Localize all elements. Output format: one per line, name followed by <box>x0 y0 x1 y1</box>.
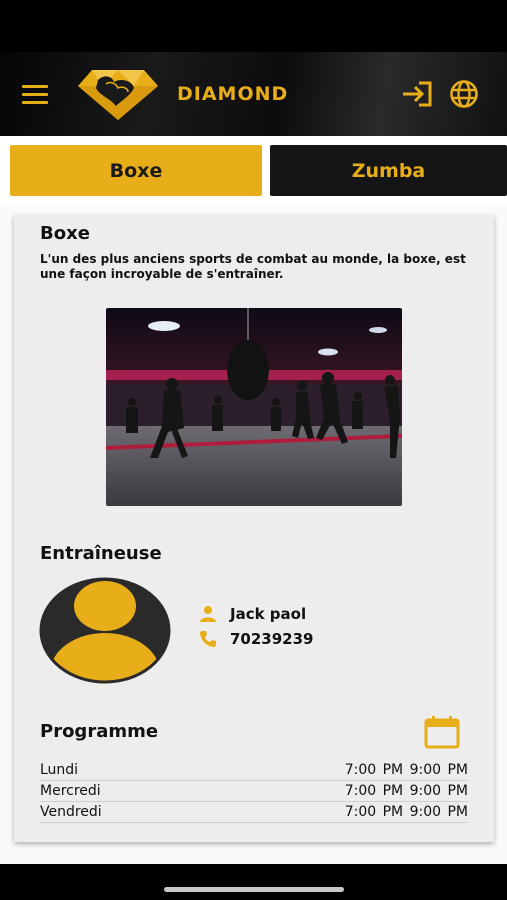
app-header: DIAMOND <box>0 52 507 136</box>
schedule-day: Vendredi <box>40 804 102 820</box>
schedule-start: 7:00 PM <box>344 783 404 799</box>
diamond-logo-icon <box>78 70 158 120</box>
coach-avatar <box>39 577 171 684</box>
calendar-icon[interactable] <box>424 715 460 749</box>
schedule-start: 7:00 PM <box>344 762 404 778</box>
globe-icon[interactable] <box>449 79 479 109</box>
schedule-start: 7:00 PM <box>344 804 404 820</box>
sport-tabs: Boxe Zumba <box>0 136 507 204</box>
coach-name-row: Jack paol <box>199 604 306 624</box>
schedule-day: Lundi <box>40 762 79 778</box>
home-indicator[interactable] <box>164 887 344 892</box>
schedule-row: Mercredi 7:00 PM 9:00 PM <box>40 781 468 802</box>
boxing-gym-photo <box>106 308 402 506</box>
schedule-end: 9:00 PM <box>409 783 468 799</box>
schedule-day: Mercredi <box>40 783 101 799</box>
schedule-times: 7:00 PM 9:00 PM <box>345 783 468 799</box>
schedule-row: Vendredi 7:00 PM 9:00 PM <box>40 802 468 823</box>
coach-name: Jack paol <box>230 605 307 623</box>
sport-title: Boxe <box>40 223 90 244</box>
system-navigation-bar <box>0 864 507 900</box>
schedule-times: 7:00 PM 9:00 PM <box>345 804 468 820</box>
coach-phone-row[interactable]: 70239239 <box>199 629 314 649</box>
login-icon[interactable] <box>401 80 433 108</box>
schedule-row: Lundi 7:00 PM 9:00 PM <box>40 760 468 781</box>
schedule-times: 7:00 PM 9:00 PM <box>345 762 468 778</box>
phone-icon <box>200 631 216 647</box>
brand-name: DIAMOND <box>177 83 289 105</box>
coach-section-title: Entraîneuse <box>40 543 162 564</box>
tab-boxe[interactable]: Boxe <box>10 145 262 196</box>
tab-zumba[interactable]: Zumba <box>270 145 507 196</box>
sport-description: L'un des plus anciens sports de combat a… <box>40 252 466 281</box>
coach-phone[interactable]: 70239239 <box>230 630 314 648</box>
hamburger-menu-icon[interactable] <box>22 85 48 105</box>
sport-details-card: Boxe L'un des plus anciens sports de com… <box>14 215 494 842</box>
program-section-title: Programme <box>40 721 159 742</box>
status-bar <box>0 0 507 52</box>
schedule-end: 9:00 PM <box>409 804 468 820</box>
schedule-end: 9:00 PM <box>409 762 468 778</box>
person-icon <box>200 606 216 622</box>
